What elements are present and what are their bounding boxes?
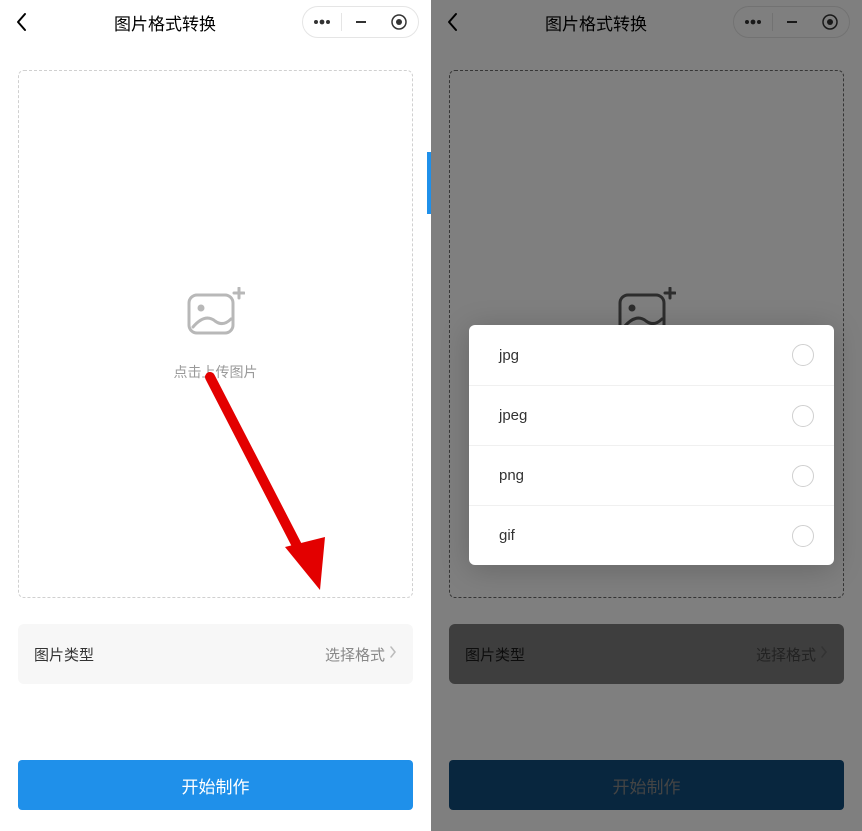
mini-program-capsule (302, 6, 419, 38)
format-option-jpeg[interactable]: jpeg (469, 385, 834, 445)
page-title: 图片格式转换 (32, 10, 298, 35)
start-button-label: 开始制作 (182, 773, 250, 798)
image-type-label: 图片类型 (34, 644, 94, 665)
chevron-right-icon (389, 645, 397, 664)
minimize-button[interactable] (342, 6, 380, 38)
format-option-label: gif (499, 527, 515, 544)
format-option-gif[interactable]: gif (469, 505, 834, 565)
image-type-row[interactable]: 图片类型 选择格式 (18, 624, 413, 684)
radio-icon (792, 344, 814, 366)
screen-main: 图片格式转换 点击 (0, 0, 431, 831)
radio-icon (792, 405, 814, 427)
format-picker-popup: jpg jpeg png gif (469, 325, 834, 565)
top-bar: 图片格式转换 (0, 0, 431, 44)
back-button[interactable] (12, 12, 32, 32)
screen-with-popup: 图片格式转换 点击 (431, 0, 862, 831)
format-option-jpg[interactable]: jpg (469, 325, 834, 385)
format-option-label: jpeg (499, 407, 527, 424)
start-button[interactable]: 开始制作 (18, 760, 413, 810)
format-option-png[interactable]: png (469, 445, 834, 505)
close-button[interactable] (380, 6, 418, 38)
upload-area[interactable]: 点击上传图片 (18, 70, 413, 598)
image-type-value: 选择格式 (325, 644, 385, 665)
upload-hint-text: 点击上传图片 (174, 362, 258, 382)
content-area: 点击上传图片 图片类型 选择格式 开始制作 (0, 70, 431, 810)
radio-icon (792, 525, 814, 547)
format-option-label: png (499, 467, 524, 484)
image-placeholder-icon (187, 287, 245, 340)
format-option-label: jpg (499, 347, 519, 364)
more-button[interactable] (303, 6, 341, 38)
radio-icon (792, 465, 814, 487)
